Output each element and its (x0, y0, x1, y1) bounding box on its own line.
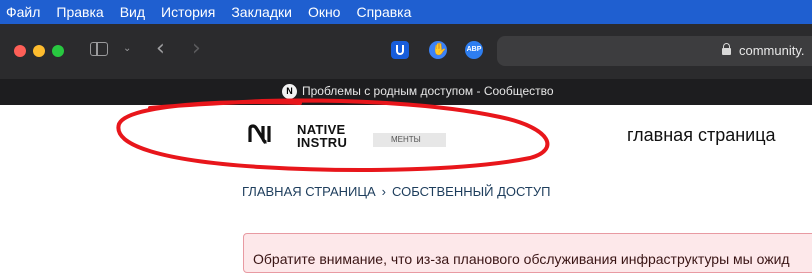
logo-text-instruments: INSTRU (297, 135, 348, 150)
breadcrumb-separator: › (381, 184, 386, 199)
minimize-window-button[interactable] (33, 45, 45, 57)
abp-label: ABP (466, 46, 482, 53)
menu-edit[interactable]: Правка (56, 4, 103, 20)
menu-help[interactable]: Справка (356, 4, 411, 20)
menu-view[interactable]: Вид (120, 4, 145, 20)
adblock-plus-icon[interactable]: ABP (465, 41, 483, 59)
tab-title[interactable]: Проблемы с родным доступом - Сообщество (302, 84, 554, 98)
home-page-title[interactable]: главная страница (627, 125, 776, 146)
menu-history[interactable]: История (161, 4, 215, 20)
menu-file[interactable]: Файл (6, 4, 40, 20)
menu-bar: Файл Правка Вид История Закладки Окно Сп… (0, 0, 812, 24)
menu-bookmarks[interactable]: Закладки (231, 4, 292, 20)
forward-button[interactable]: › (192, 38, 201, 60)
native-instruments-logo-icon[interactable] (247, 124, 287, 144)
url-text[interactable]: community. (739, 43, 805, 58)
breadcrumb: ГЛАВНАЯ СТРАНИЦА › СОБСТВЕННЫЙ ДОСТУП (242, 184, 550, 199)
chevron-down-icon[interactable]: ⌄ (123, 44, 132, 54)
back-button[interactable]: ‹ (156, 38, 165, 60)
zoom-window-button[interactable] (52, 45, 64, 57)
bitwarden-icon[interactable] (391, 41, 409, 59)
tab-favicon-icon: N (282, 84, 297, 99)
sidebar-toggle-icon[interactable] (90, 42, 108, 56)
breadcrumb-home-link[interactable]: ГЛАВНАЯ СТРАНИЦА (242, 184, 376, 199)
menu-window[interactable]: Окно (308, 4, 341, 20)
breadcrumb-current-link[interactable]: СОБСТВЕННЫЙ ДОСТУП (392, 184, 551, 199)
maintenance-alert-text: Обратите внимание, что из-за планового о… (253, 251, 790, 267)
lock-icon (722, 43, 731, 55)
logo-menu-chip[interactable]: МЕНТЫ (373, 133, 446, 147)
hand-icon[interactable]: ✋ (429, 41, 447, 59)
close-window-button[interactable] (14, 45, 26, 57)
